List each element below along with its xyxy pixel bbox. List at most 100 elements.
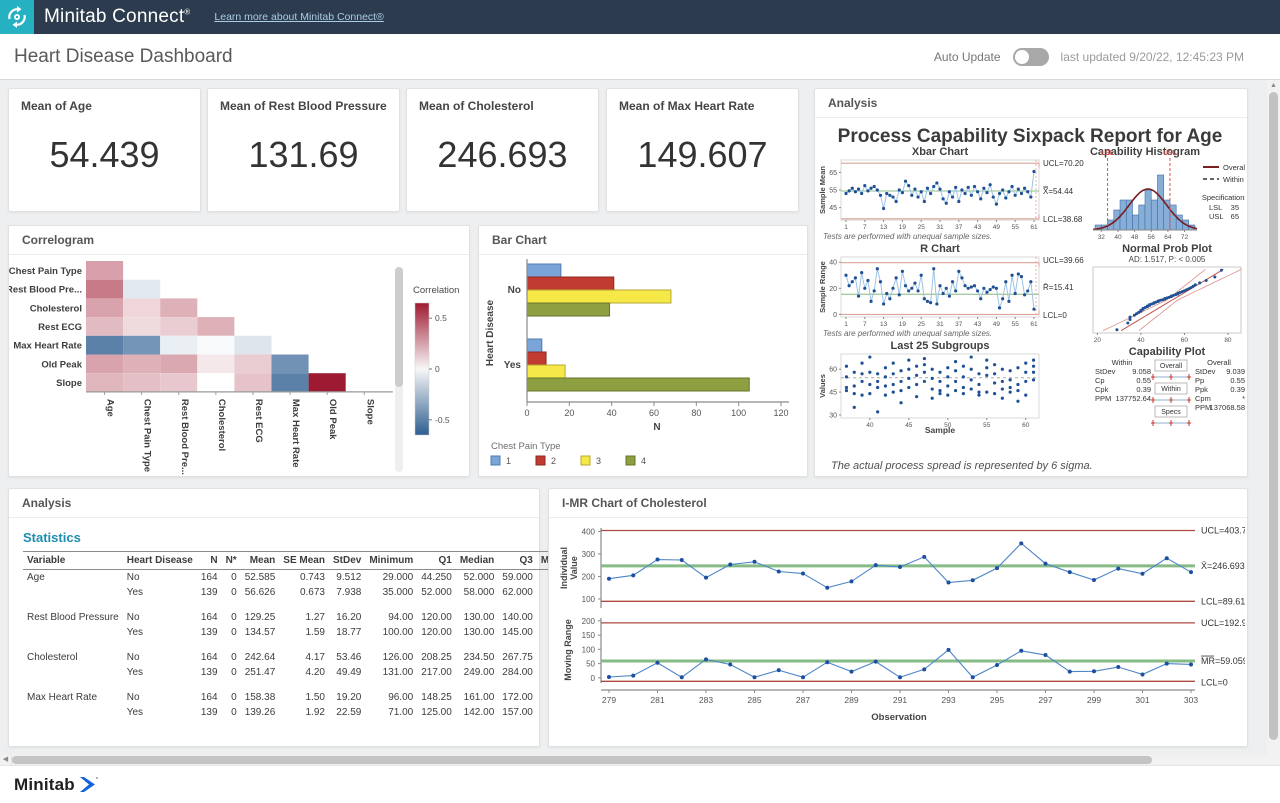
- learn-more-link[interactable]: Learn more about Minitab Connect®: [214, 11, 383, 23]
- column-header: N: [197, 552, 222, 570]
- svg-text:Age: Age: [105, 399, 116, 417]
- svg-text:Max Heart Rate: Max Heart Rate: [13, 341, 82, 352]
- svg-text:LCL=0: LCL=0: [1043, 311, 1067, 320]
- svg-text:291: 291: [893, 695, 907, 705]
- svg-text:Chest Pain Type: Chest Pain Type: [142, 399, 153, 472]
- panel-header: Analysis: [815, 89, 1247, 118]
- svg-text:297: 297: [1038, 695, 1052, 705]
- svg-text:3: 3: [596, 456, 601, 466]
- svg-text:Overall: Overall: [1207, 358, 1231, 367]
- svg-text:31: 31: [936, 224, 944, 231]
- minitab-connect-logo[interactable]: [0, 0, 34, 34]
- column-header: Minimum: [365, 552, 417, 570]
- svg-text:Rest ECG: Rest ECG: [38, 322, 82, 333]
- svg-text:Rest Blood Pre...: Rest Blood Pre...: [179, 399, 190, 475]
- svg-text:285: 285: [747, 695, 761, 705]
- svg-text:Slope: Slope: [56, 378, 82, 389]
- card-value: 131.69: [208, 134, 399, 176]
- svg-text:Correlation: Correlation: [413, 285, 459, 296]
- svg-text:32: 32: [1098, 234, 1106, 241]
- svg-text:40: 40: [1114, 234, 1122, 241]
- svg-text:LCL=0: LCL=0: [1201, 677, 1228, 687]
- svg-text:137752.64: 137752.64: [1116, 394, 1151, 403]
- svg-text:Tests are performed with unequ: Tests are performed with unequal sample …: [823, 232, 992, 241]
- auto-update-toggle[interactable]: [1013, 48, 1049, 66]
- imr-control-chart: 100200300400UCL=403.766X̄=246.693LCL=89.…: [549, 518, 1247, 751]
- auto-update-label: Auto Update: [934, 50, 1001, 64]
- scroll-up-arrow[interactable]: ▲: [1267, 80, 1280, 92]
- card-value: 246.693: [407, 134, 598, 176]
- svg-text:0: 0: [591, 674, 596, 683]
- svg-text:Cpk: Cpk: [1095, 385, 1109, 394]
- svg-text:61: 61: [1030, 224, 1038, 231]
- svg-text:64: 64: [1164, 234, 1172, 241]
- statistics-table: VariableHeart DiseaseNN*MeanSE MeanStDev…: [9, 551, 539, 720]
- card-value: 149.607: [607, 134, 798, 176]
- svg-text:Cholesterol: Cholesterol: [216, 399, 227, 451]
- svg-text:293: 293: [941, 695, 955, 705]
- svg-text:R Chart: R Chart: [920, 243, 960, 255]
- svg-text:200: 200: [582, 617, 596, 626]
- svg-text:120: 120: [773, 408, 788, 418]
- svg-text:20: 20: [829, 286, 837, 293]
- svg-text:Process Capability Sixpack Rep: Process Capability Sixpack Report for Ag…: [838, 126, 1223, 147]
- horizontal-scrollbar[interactable]: ◀: [0, 755, 1267, 765]
- svg-text:150: 150: [582, 631, 596, 640]
- correlogram-panel: Correlogram Chest Pain TypeRest Blood Pr…: [8, 225, 470, 477]
- svg-text:Old Peak: Old Peak: [41, 359, 82, 370]
- svg-text:100: 100: [582, 595, 596, 604]
- svg-text:279: 279: [602, 695, 616, 705]
- svg-text:LCL=89.6197: LCL=89.6197: [1201, 596, 1245, 606]
- svg-text:Pp: Pp: [1195, 376, 1204, 385]
- svg-text:40: 40: [1137, 337, 1145, 344]
- svg-text:Values: Values: [818, 374, 827, 398]
- kpi-card-mean-max-hr: Mean of Max Heart Rate 149.607: [606, 88, 799, 212]
- svg-text:9.039: 9.039: [1226, 367, 1245, 376]
- toggle-knob: [1015, 50, 1029, 64]
- kpi-card-mean-age: Mean of Age 54.439: [8, 88, 201, 212]
- svg-text:100: 100: [731, 408, 746, 418]
- svg-text:56: 56: [1148, 234, 1156, 241]
- svg-text:Specifications: Specifications: [1202, 193, 1245, 202]
- scroll-left-arrow[interactable]: ◀: [0, 755, 12, 765]
- svg-text:60: 60: [1181, 337, 1189, 344]
- svg-text:*: *: [1242, 394, 1245, 403]
- svg-text:USL: USL: [1209, 212, 1224, 221]
- vertical-scroll-thumb[interactable]: [1269, 92, 1278, 740]
- svg-text:137068.58: 137068.58: [1210, 403, 1245, 412]
- vertical-scrollbar[interactable]: ▲: [1267, 80, 1280, 766]
- horizontal-scroll-thumb[interactable]: [12, 756, 1152, 764]
- svg-text:37: 37: [955, 321, 963, 328]
- svg-text:40: 40: [866, 422, 874, 429]
- svg-text:AD: 1.517, P: < 0.005: AD: 1.517, P: < 0.005: [1129, 255, 1206, 264]
- svg-text:Rest ECG: Rest ECG: [253, 399, 264, 443]
- svg-text:40: 40: [829, 260, 837, 267]
- svg-text:299: 299: [1087, 695, 1101, 705]
- column-header: N*: [222, 552, 241, 570]
- svg-text:1: 1: [506, 456, 511, 466]
- bar-chart-panel: Bar Chart NoYes020406080100120NHeart Dis…: [478, 225, 808, 477]
- table-row: Yes1390251.474.2049.49131.00217.00249.00…: [23, 665, 591, 680]
- page-title: Heart Disease Dashboard: [14, 46, 233, 68]
- svg-text:25: 25: [918, 321, 926, 328]
- svg-text:0.39: 0.39: [1136, 385, 1151, 394]
- svg-text:Tests are performed with unequ: Tests are performed with unequal sample …: [823, 329, 992, 338]
- svg-text:Specs: Specs: [1161, 409, 1181, 416]
- svg-text:1: 1: [844, 224, 848, 231]
- svg-text:0.5: 0.5: [435, 313, 447, 323]
- svg-text:The actual process spread is r: The actual process spread is represented…: [831, 460, 1093, 472]
- table-row: AgeNo164052.5850.7439.51229.00044.25052.…: [23, 570, 591, 586]
- svg-text:287: 287: [796, 695, 810, 705]
- svg-text:60: 60: [829, 367, 837, 374]
- svg-text:281: 281: [650, 695, 664, 705]
- svg-text:Value: Value: [569, 556, 579, 580]
- svg-text:25: 25: [918, 224, 926, 231]
- svg-text:30: 30: [829, 412, 837, 419]
- svg-text:Overall: Overall: [1223, 163, 1245, 172]
- svg-text:Sample: Sample: [925, 425, 956, 435]
- svg-text:PPM: PPM: [1095, 394, 1111, 403]
- svg-text:N: N: [653, 422, 660, 433]
- svg-text:Overall: Overall: [1160, 363, 1183, 370]
- svg-text:65: 65: [829, 170, 837, 177]
- svg-text:No: No: [508, 285, 521, 296]
